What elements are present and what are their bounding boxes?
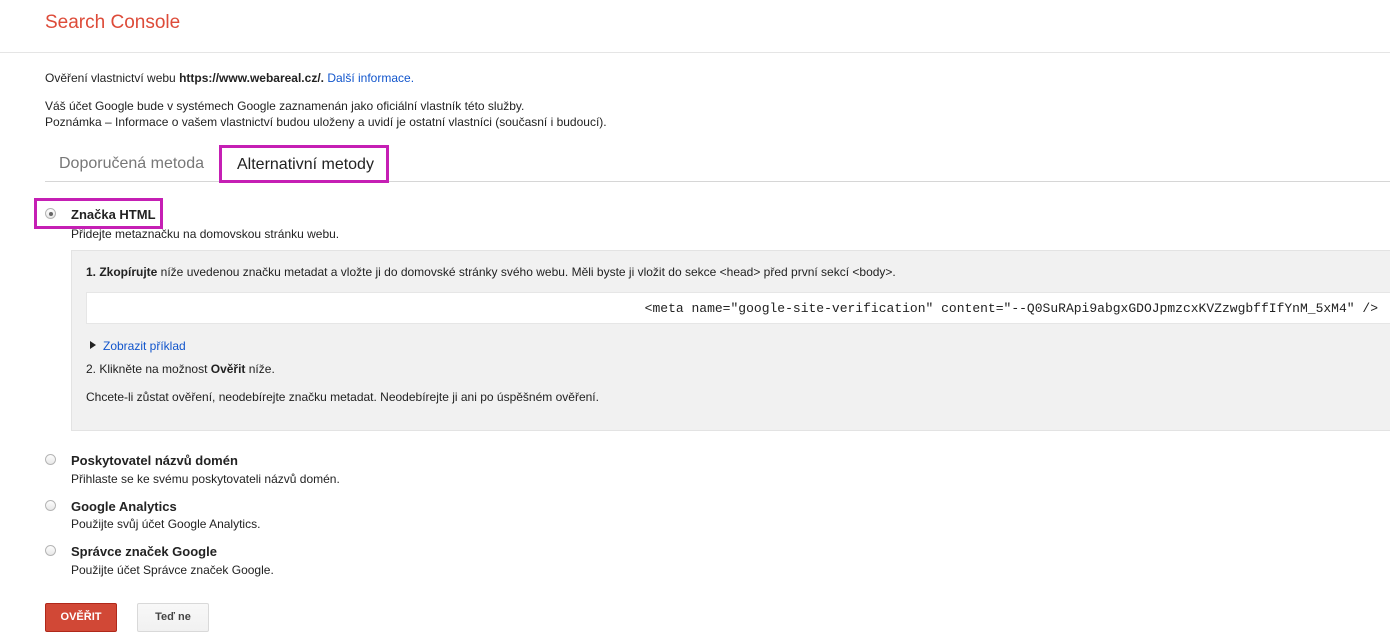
- method-title-html-tag[interactable]: Značka HTML: [71, 207, 156, 223]
- verify-button[interactable]: OVĚŘIT: [45, 603, 117, 632]
- app-brand[interactable]: Search Console: [45, 12, 180, 34]
- step-2-prefix: 2. Klikněte na možnost: [86, 362, 211, 376]
- header-bar: Search Console: [0, 0, 1390, 53]
- method-desc-html-tag: Přidejte metaznačku na domovskou stránku…: [71, 227, 340, 241]
- radio-domain-provider[interactable]: [45, 454, 56, 465]
- tab-recommended-method[interactable]: Doporučená metoda: [59, 155, 204, 173]
- step-2-suffix: níže.: [245, 362, 275, 376]
- not-now-button[interactable]: Teď ne: [137, 603, 209, 632]
- note-line-2: Poznámka – Informace o vašem vlastnictví…: [45, 115, 607, 129]
- intro-prefix: Ověření vlastnictví webu: [45, 71, 180, 85]
- ownership-intro: Ověření vlastnictví webu https://www.web…: [45, 70, 414, 86]
- site-url: https://www.webareal.cz/.: [179, 71, 324, 85]
- method-title-tag-manager[interactable]: Správce značek Google: [71, 544, 217, 560]
- stay-verified-warning: Chcete-li zůstat ověření, neodebírejte z…: [86, 390, 599, 404]
- note-line-1: Váš účet Google bude v systémech Google …: [45, 99, 525, 113]
- method-desc-domain-provider: Přihlaste se ke svému poskytovateli názv…: [71, 472, 340, 486]
- meta-tag-code[interactable]: <meta name="google-site-verification" co…: [645, 301, 1378, 316]
- method-desc-tag-manager: Použijte účet Správce značek Google.: [71, 563, 274, 577]
- expand-triangle-icon[interactable]: [90, 341, 96, 349]
- method-title-domain-provider[interactable]: Poskytovatel názvů domén: [71, 453, 238, 469]
- step-1-bold: 1. Zkopírujte: [86, 265, 158, 279]
- method-title-google-analytics[interactable]: Google Analytics: [71, 499, 177, 515]
- radio-google-analytics[interactable]: [45, 500, 56, 511]
- step-2-text: 2. Klikněte na možnost Ověřit níže.: [86, 361, 275, 377]
- more-info-link[interactable]: Další informace.: [327, 71, 414, 85]
- step-2-bold: Ověřit: [210, 362, 246, 376]
- meta-tag-box[interactable]: <meta name="google-site-verification" co…: [86, 292, 1390, 324]
- show-example-link[interactable]: Zobrazit příklad: [103, 338, 186, 354]
- step-1-text: 1. Zkopírujte níže uvedenou značku metad…: [86, 264, 896, 280]
- radio-tag-manager[interactable]: [45, 545, 56, 556]
- tab-alternative-methods-label: Alternativní metody: [237, 156, 374, 173]
- tab-alternative-methods[interactable]: Alternativní metody: [219, 145, 389, 183]
- method-desc-google-analytics: Použijte svůj účet Google Analytics.: [71, 517, 261, 531]
- radio-html-tag[interactable]: [45, 208, 56, 219]
- step-1-rest: níže uvedenou značku metadat a vložte ji…: [157, 265, 896, 279]
